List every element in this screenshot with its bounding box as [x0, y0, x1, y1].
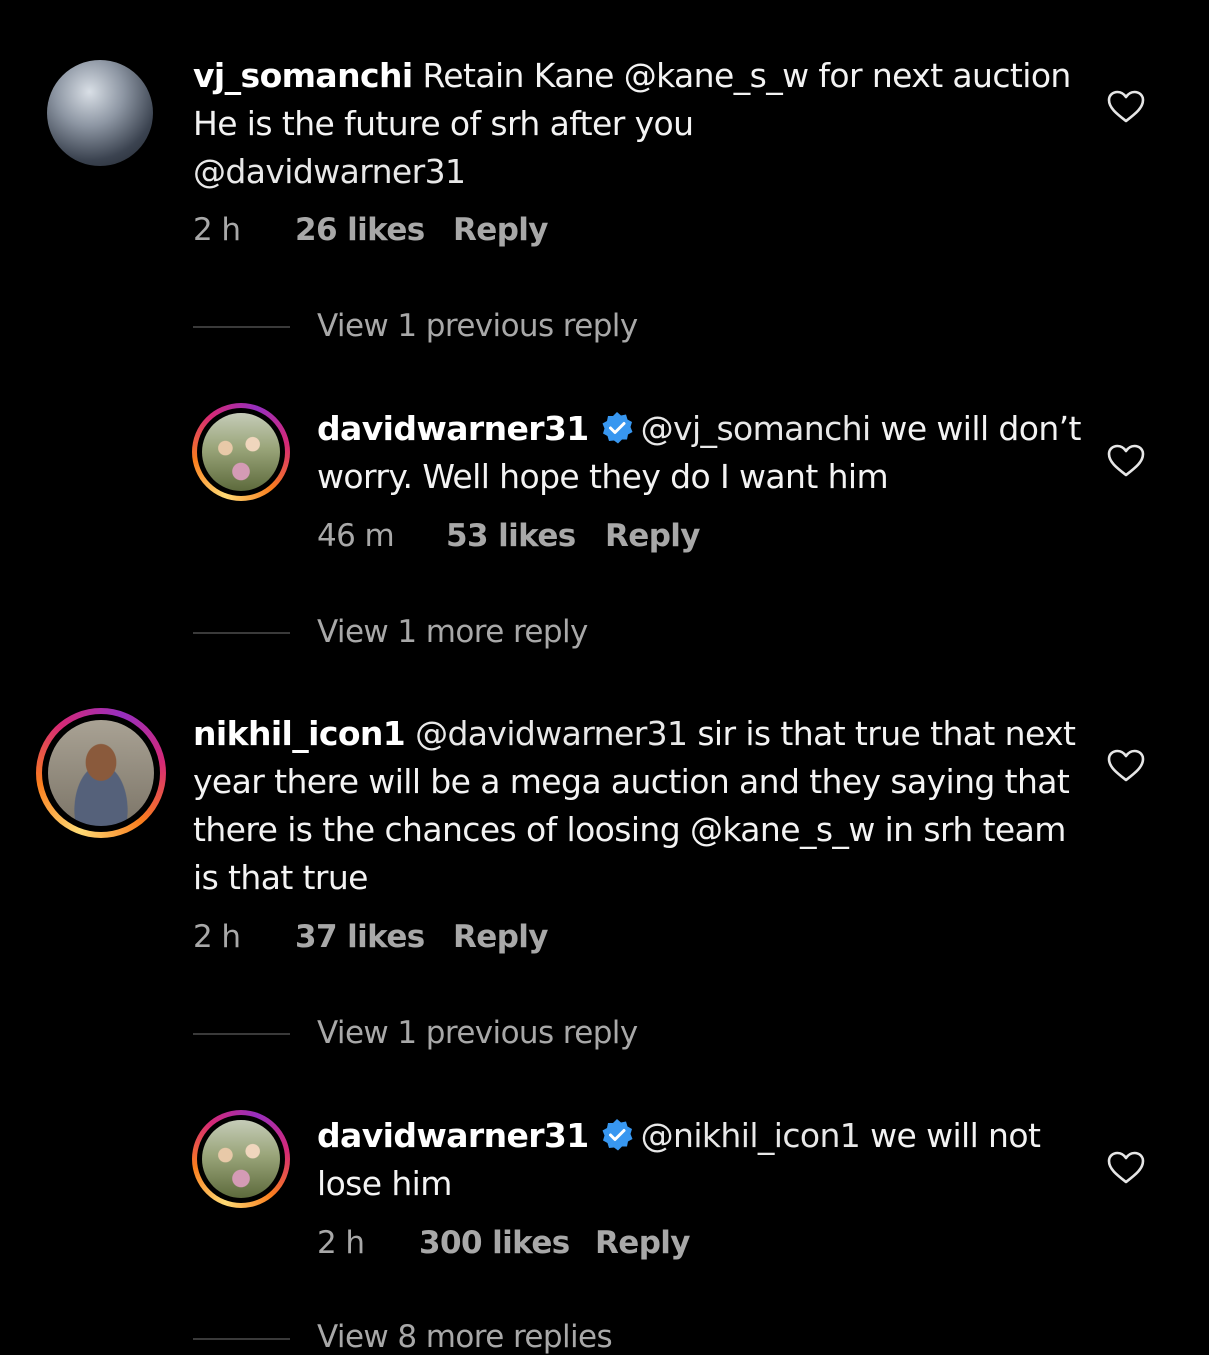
view-replies-line: [193, 1033, 290, 1035]
view-replies-line: [193, 326, 290, 328]
view-replies-line: [193, 1338, 290, 1340]
timestamp: 2 h: [317, 1225, 365, 1261]
verified-badge-icon: [602, 412, 633, 444]
mention-link[interactable]: @nikhil_icon1: [641, 1116, 861, 1155]
verified-badge-icon: [602, 1119, 633, 1151]
comment-meta: 2 h 37 likes Reply: [193, 919, 549, 955]
comment-text: nikhil_icon1 @davidwarner31 sir is that …: [193, 710, 1093, 902]
avatar[interactable]: [192, 403, 290, 501]
comment-meta: 2 h 300 likes Reply: [317, 1225, 691, 1261]
likes-count[interactable]: 300 likes: [419, 1225, 595, 1261]
comment-text: vj_somanchi Retain Kane @kane_s_w for ne…: [193, 52, 1073, 196]
heart-outline-icon[interactable]: [1107, 90, 1145, 124]
comment-body-line: is that true: [193, 858, 368, 897]
comment-text: davidwarner31 @vj_somanchi we will don’t…: [317, 405, 1097, 501]
heart-outline-icon[interactable]: [1107, 1151, 1145, 1185]
username[interactable]: davidwarner31: [317, 409, 589, 448]
timestamp: 2 h: [193, 212, 241, 248]
comment-meta: 2 h 26 likes Reply: [193, 212, 549, 248]
view-replies-button[interactable]: View 1 previous reply: [317, 308, 638, 344]
view-replies-line: [193, 632, 290, 634]
username[interactable]: davidwarner31: [317, 1116, 589, 1155]
reply-button[interactable]: Reply: [453, 212, 549, 248]
reply-button[interactable]: Reply: [605, 518, 701, 554]
comment-body-line: Retain Kane @kane_s_w for next auction: [422, 56, 1071, 95]
view-replies-button[interactable]: View 1 more reply: [317, 614, 588, 650]
comment-body-line: there is the chances of loosing @kane_s_…: [193, 810, 1066, 849]
avatar[interactable]: [36, 708, 166, 838]
mention-link[interactable]: @davidwarner31: [193, 152, 466, 191]
view-replies-button[interactable]: View 1 previous reply: [317, 1015, 638, 1051]
comment-body-line: we will don’t: [870, 409, 1081, 448]
comment-body-line: we will not: [860, 1116, 1041, 1155]
username[interactable]: vj_somanchi: [193, 56, 413, 95]
timestamp: 2 h: [193, 919, 241, 955]
view-replies-button[interactable]: View 8 more replies: [317, 1319, 613, 1355]
avatar[interactable]: [192, 1110, 290, 1208]
reply-button[interactable]: Reply: [453, 919, 549, 955]
username[interactable]: nikhil_icon1: [193, 714, 406, 753]
heart-outline-icon[interactable]: [1107, 749, 1145, 783]
comment-text: davidwarner31 @nikhil_icon1 we will not …: [317, 1112, 1097, 1208]
likes-count[interactable]: 26 likes: [295, 212, 453, 248]
comment-body-line: worry. Well hope they do I want him: [317, 457, 889, 496]
timestamp: 46 m: [317, 518, 395, 554]
likes-count[interactable]: 37 likes: [295, 919, 453, 955]
likes-count[interactable]: 53 likes: [446, 518, 605, 554]
mention-link[interactable]: @davidwarner31: [415, 714, 688, 753]
avatar[interactable]: [47, 60, 153, 166]
comment-meta: 46 m 53 likes Reply: [317, 518, 701, 554]
reply-button[interactable]: Reply: [595, 1225, 691, 1261]
comment-body-line: sir is that true that next: [687, 714, 1076, 753]
comment-body-line: year there will be a mega auction and th…: [193, 762, 1070, 801]
mention-link[interactable]: @vj_somanchi: [641, 409, 872, 448]
comment-body-line: lose him: [317, 1164, 452, 1203]
heart-outline-icon[interactable]: [1107, 444, 1145, 478]
comment-body-line: He is the future of srh after you: [193, 104, 694, 143]
